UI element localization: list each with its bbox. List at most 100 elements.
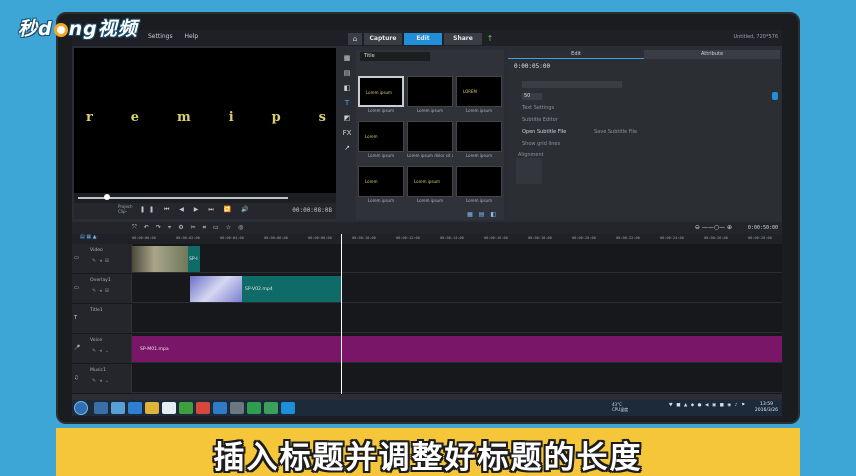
title-thumbnail[interactable]: Lorem ipsum dolor sit am... xyxy=(407,121,453,161)
filter-icon[interactable]: FX xyxy=(342,128,352,138)
overlay-track: ▭ Overlay1 ✎◂⊞ SP-V02.mp4 xyxy=(72,274,782,303)
track-name: Title1 xyxy=(90,308,103,313)
title-track-icon: T xyxy=(74,315,78,321)
voice-track: 🎤 Voice ✎◂⌄ SP-M01.mpa xyxy=(72,334,782,363)
project-clip-toggle[interactable]: Project- Clip- xyxy=(118,204,133,214)
title-thumbnail[interactable]: Lorem ipsum Lorem ipsum xyxy=(358,76,404,116)
tab-options-edit[interactable]: Edit xyxy=(508,50,644,59)
library-view-buttons[interactable]: ▦ ▤ ◧ xyxy=(467,211,498,218)
timeline-tool-icons[interactable]: ⤧↶↷⌖⚙✂⌗▭☆◎ xyxy=(132,224,250,232)
tab-share[interactable]: Share xyxy=(444,33,482,45)
text-settings-label[interactable]: Text Settings xyxy=(522,105,554,111)
track-name: Music1 xyxy=(90,368,106,373)
start-button[interactable] xyxy=(74,401,88,415)
app-icon[interactable] xyxy=(162,402,176,414)
preview-letter: r xyxy=(86,110,93,125)
voice-clip[interactable]: SP-M01.mpa xyxy=(132,336,782,362)
save-subtitle-file-button[interactable]: Save Subtitle File xyxy=(594,129,637,135)
app-icon[interactable] xyxy=(281,402,295,414)
tab-edit[interactable]: Edit xyxy=(404,33,442,45)
zoom-slider[interactable]: ⊖ ——○— ⊕ xyxy=(695,224,732,231)
app-icon[interactable] xyxy=(94,402,108,414)
show-grid-lines-checkbox[interactable]: Show grid lines xyxy=(522,141,560,147)
voice-track-icon: 🎤 xyxy=(74,345,81,351)
library-toolbar: ▦ ▤ ◧ T ◩ FX ↗ xyxy=(340,50,354,220)
preview-window[interactable]: r e m i p s xyxy=(74,48,336,193)
tab-capture[interactable]: Capture xyxy=(364,33,402,45)
title-thumbnail[interactable]: Lorem ipsum xyxy=(456,166,502,206)
caption-text: 插入标题并调整好标题的长度 xyxy=(213,440,643,476)
track-controls[interactable]: ✎◂⊞ xyxy=(92,258,112,264)
preview-letter: m xyxy=(177,110,191,125)
app-icon[interactable] xyxy=(213,402,227,414)
video-clip-thumbnail[interactable] xyxy=(132,246,188,272)
home-icon[interactable]: ⌂ xyxy=(348,33,362,45)
graphic-icon[interactable]: ◩ xyxy=(342,113,352,123)
timeline-timecode[interactable]: 0:00:50:00 xyxy=(748,225,778,231)
app-icon[interactable] xyxy=(247,402,261,414)
transport-buttons[interactable]: ❚❚ ⏮ ◀ ▶ ⏭ 🔁 🔊 xyxy=(140,206,252,214)
options-panel: Edit Attribute 0:00:05:00 50 Text Settin… xyxy=(508,50,780,220)
overlay-track-icon: ▭ xyxy=(74,285,79,291)
app-icon[interactable] xyxy=(128,402,142,414)
title-thumbnail[interactable]: Lorem ipsum xyxy=(456,121,502,161)
video-clip[interactable]: SP-I xyxy=(188,246,200,272)
app-icon[interactable] xyxy=(230,402,244,414)
track-controls[interactable]: ✎◂⌄ xyxy=(92,348,112,354)
windows-taskbar: 43°C CPU温度 ♥ ■ ▲ ◆ ● ◀ ▣ ■ ◉ ♪ ⚑ 13:59 201… xyxy=(72,400,782,416)
title-preview-text: r e m i p s xyxy=(86,110,326,125)
preview-scrubber[interactable] xyxy=(74,193,336,203)
timeline-ruler[interactable]: 00:00:00:00 00:00:02:00 00:00:04:00 00:0… xyxy=(132,234,782,244)
music-track: ♫ Music1 ✎◂⌄ xyxy=(72,364,782,393)
system-tray-icons[interactable]: ♥ ■ ▲ ◆ ● ◀ ▣ ■ ◉ ♪ ⚑ xyxy=(669,403,746,408)
title-thumbnail[interactable]: Lorem Lorem ipsum xyxy=(358,166,404,206)
menu-settings[interactable]: Settings xyxy=(148,33,173,40)
video-editor-window: Settings Help ⌂ Capture Edit Share ↑ Unt… xyxy=(72,30,782,416)
track-name: Video xyxy=(90,248,103,253)
title-thumbnail[interactable]: Lorem Lorem ipsum xyxy=(358,121,404,161)
workspace-tabs: ⌂ Capture Edit Share ↑ xyxy=(348,33,496,45)
overlay-clip[interactable]: SP-V02.mp4 xyxy=(242,276,341,302)
duration-field[interactable]: 0:00:05:00 xyxy=(514,63,550,70)
instant-project-icon[interactable]: ▤ xyxy=(342,68,352,78)
media-icon[interactable]: ▦ xyxy=(342,53,352,63)
track-manager[interactable]: ▤ ▦ ▲· xyxy=(72,234,132,244)
app-icon[interactable] xyxy=(264,402,278,414)
title-thumbnail[interactable]: Lorem ipsum xyxy=(407,76,453,116)
app-icon[interactable] xyxy=(179,402,193,414)
title-thumbnail[interactable]: LOREM Lorem ipsum xyxy=(456,76,502,116)
open-subtitle-file-button[interactable]: Open Subtitle File xyxy=(522,129,566,135)
timeline-playhead[interactable] xyxy=(341,234,342,394)
tab-options-attribute[interactable]: Attribute xyxy=(644,50,780,59)
path-icon[interactable]: ↗ xyxy=(342,143,352,153)
track-controls[interactable]: ✎◂⌄ xyxy=(92,378,112,384)
title-library-panel: Title Lorem ipsum Lorem ipsum Lorem ipsum… xyxy=(356,50,504,220)
panel-expand-button[interactable] xyxy=(772,92,778,100)
preview-timecode[interactable]: 00:00:08:08 xyxy=(292,207,332,214)
font-dropdown[interactable] xyxy=(522,81,622,88)
title-thumbnail[interactable]: Lorem ipsum Lorem ipsum xyxy=(407,166,453,206)
taskbar-apps xyxy=(94,402,298,414)
track-controls[interactable]: ✎◂⊞ xyxy=(92,288,112,294)
video-track: ▭ Video ✎◂⊞ SP-I xyxy=(72,244,782,273)
taskbar-clock[interactable]: 13:59 2016/3/26 xyxy=(755,402,778,414)
app-icon[interactable] xyxy=(145,402,159,414)
category-dropdown[interactable]: Title xyxy=(360,52,430,61)
menu-help[interactable]: Help xyxy=(185,33,199,40)
preview-letter: e xyxy=(130,110,140,125)
scrubber-knob[interactable] xyxy=(104,194,110,200)
project-name: Untitled, 720*576 xyxy=(733,34,778,40)
app-icon[interactable] xyxy=(196,402,210,414)
preview-letter: s xyxy=(318,110,326,125)
overlay-clip-thumbnail[interactable] xyxy=(190,276,242,302)
subtitle-editor-label[interactable]: Subtitle Editor xyxy=(522,117,558,123)
title-icon[interactable]: T xyxy=(342,98,352,108)
font-size-field[interactable]: 50 xyxy=(522,93,542,100)
transition-icon[interactable]: ◧ xyxy=(342,83,352,93)
alignment-grid[interactable] xyxy=(516,158,542,184)
upload-arrow-icon[interactable]: ↑ xyxy=(484,33,496,45)
track-name: Overlay1 xyxy=(90,278,111,283)
timeline-toolbar: ⤧↶↷⌖⚙✂⌗▭☆◎ ⊖ ——○— ⊕ 0:00:50:00 xyxy=(72,222,782,234)
menu-bar: Settings Help xyxy=(148,33,208,40)
app-icon[interactable] xyxy=(111,402,125,414)
